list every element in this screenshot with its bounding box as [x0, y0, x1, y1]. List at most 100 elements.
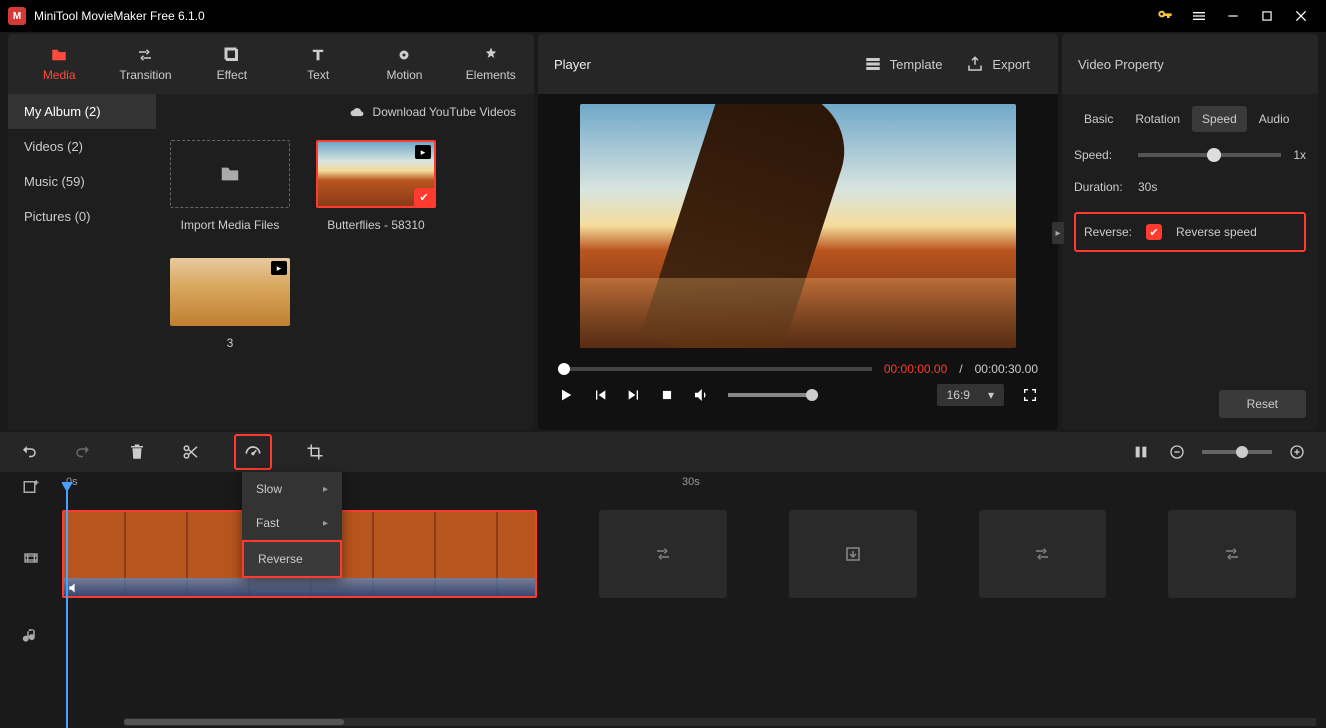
- video-badge-icon: ▸: [271, 261, 287, 275]
- import-thumb: [170, 140, 290, 208]
- menu-item-reverse[interactable]: Reverse: [242, 540, 342, 578]
- motion-icon: [395, 46, 413, 64]
- menu-fast-label: Fast: [256, 516, 279, 530]
- crop-icon[interactable]: [304, 441, 326, 463]
- import-media-tile[interactable]: Import Media Files: [170, 140, 290, 232]
- tab-effect[interactable]: Effect: [189, 33, 275, 95]
- close-icon[interactable]: [1284, 0, 1318, 32]
- reverse-speed-label: Reverse speed: [1176, 225, 1257, 239]
- tab-basic[interactable]: Basic: [1074, 106, 1123, 132]
- speed-menu-button[interactable]: [234, 434, 272, 470]
- stop-icon[interactable]: [660, 388, 674, 402]
- speed-slider[interactable]: [1138, 153, 1281, 157]
- media-item-butterflies[interactable]: ▸ ✔ Butterflies - 58310: [316, 140, 436, 232]
- reverse-label: Reverse:: [1084, 225, 1132, 239]
- split-icon[interactable]: [180, 441, 202, 463]
- collapse-panel-icon[interactable]: ▸: [1052, 222, 1064, 244]
- tab-speed[interactable]: Speed: [1192, 106, 1247, 132]
- volume-slider[interactable]: [728, 393, 818, 397]
- volume-icon[interactable]: [692, 386, 710, 404]
- property-tabs: Basic Rotation Speed Audio: [1074, 106, 1306, 132]
- aspect-ratio-value: 16:9: [947, 388, 970, 402]
- menu-slow-label: Slow: [256, 482, 282, 496]
- duration-value: 30s: [1138, 180, 1157, 194]
- zoom-in-icon[interactable]: [1286, 441, 1308, 463]
- time-separator: /: [959, 362, 962, 376]
- media-caption: Butterflies - 58310: [327, 218, 424, 232]
- media-caption: 3: [227, 336, 234, 350]
- video-track-icon[interactable]: [0, 510, 62, 606]
- transition-slot[interactable]: [979, 510, 1107, 598]
- chevron-right-icon: ▸: [323, 518, 328, 529]
- sidebar-item-music[interactable]: Music (59): [8, 164, 156, 199]
- prev-frame-icon[interactable]: [592, 387, 608, 403]
- scrubber-handle[interactable]: [558, 363, 570, 375]
- tab-rotation[interactable]: Rotation: [1125, 106, 1190, 132]
- audio-track[interactable]: [62, 618, 1326, 670]
- sidebar-item-my-album[interactable]: My Album (2): [8, 94, 156, 129]
- tab-motion-label: Motion: [386, 68, 422, 82]
- aspect-ratio-select[interactable]: 16:9 ▾: [937, 384, 1004, 406]
- slider-knob[interactable]: [1207, 148, 1221, 162]
- video-badge-icon: ▸: [415, 145, 431, 159]
- minimize-icon[interactable]: [1216, 0, 1250, 32]
- reset-button[interactable]: Reset: [1219, 390, 1306, 418]
- tab-text[interactable]: Text: [275, 33, 361, 95]
- menu-item-slow[interactable]: Slow ▸: [242, 472, 342, 506]
- player-controls: 16:9 ▾: [558, 384, 1038, 414]
- duration-label: Duration:: [1074, 180, 1126, 194]
- download-youtube-link[interactable]: Download YouTube Videos: [156, 94, 534, 130]
- redo-icon[interactable]: [72, 441, 94, 463]
- sidebar-item-videos[interactable]: Videos (2): [8, 129, 156, 164]
- add-track-icon[interactable]: [0, 472, 62, 510]
- media-slot[interactable]: [789, 510, 917, 598]
- scrubber-track[interactable]: [558, 367, 872, 371]
- tab-elements-label: Elements: [466, 68, 516, 82]
- maximize-icon[interactable]: [1250, 0, 1284, 32]
- play-icon[interactable]: [558, 387, 574, 403]
- delete-icon[interactable]: [126, 441, 148, 463]
- tab-motion[interactable]: Motion: [361, 33, 447, 95]
- upgrade-key-icon[interactable]: [1148, 0, 1182, 32]
- transition-slot[interactable]: [1168, 510, 1296, 598]
- next-frame-icon[interactable]: [626, 387, 642, 403]
- export-label: Export: [992, 57, 1030, 72]
- sidebar-item-pictures[interactable]: Pictures (0): [8, 199, 156, 234]
- reverse-checkbox[interactable]: ✔: [1146, 224, 1162, 240]
- transition-slot[interactable]: [599, 510, 727, 598]
- text-icon: [308, 46, 328, 64]
- tab-audio[interactable]: Audio: [1249, 106, 1300, 132]
- clip-audio-icon: [67, 581, 81, 595]
- hamburger-menu-icon[interactable]: [1182, 0, 1216, 32]
- player-title: Player: [554, 57, 852, 72]
- player-scrubber[interactable]: 00:00:00.00 / 00:00:30.00: [558, 362, 1038, 376]
- template-button[interactable]: Template: [852, 55, 955, 73]
- zoom-out-icon[interactable]: [1166, 441, 1188, 463]
- tab-media[interactable]: Media: [16, 33, 102, 95]
- player-body: 00:00:00.00 / 00:00:30.00 16:9 ▾: [538, 94, 1058, 430]
- media-item-3[interactable]: ▸ 3: [170, 258, 290, 350]
- undo-icon[interactable]: [18, 441, 40, 463]
- media-thumb: ▸: [170, 258, 290, 326]
- fullscreen-icon[interactable]: [1022, 387, 1038, 403]
- folder-icon: [49, 46, 69, 64]
- export-button[interactable]: Export: [954, 55, 1042, 73]
- property-title: Video Property: [1078, 57, 1164, 72]
- playhead[interactable]: [66, 490, 68, 728]
- tab-transition-label: Transition: [119, 68, 171, 82]
- timeline-scrollbar[interactable]: [124, 718, 1316, 726]
- timeline-settings-icon[interactable]: [1130, 441, 1152, 463]
- timeline-toolbar: Slow ▸ Fast ▸ Reverse: [0, 432, 1326, 472]
- media-sidebar: My Album (2) Videos (2) Music (59) Pictu…: [8, 94, 156, 430]
- tab-elements[interactable]: Elements: [448, 33, 534, 95]
- zoom-slider[interactable]: [1202, 450, 1272, 454]
- timeline-body: 0s 30s: [0, 472, 1326, 728]
- menu-item-fast[interactable]: Fast ▸: [242, 506, 342, 540]
- ruler-mark-30: 30s: [682, 476, 700, 488]
- tab-transition[interactable]: Transition: [102, 33, 188, 95]
- audio-track-icon[interactable]: [0, 606, 62, 666]
- player-preview[interactable]: [580, 104, 1016, 348]
- chevron-down-icon: ▾: [988, 388, 994, 402]
- speed-row: Speed: 1x: [1074, 148, 1306, 162]
- app-title: MiniTool MovieMaker Free 6.1.0: [34, 9, 1148, 23]
